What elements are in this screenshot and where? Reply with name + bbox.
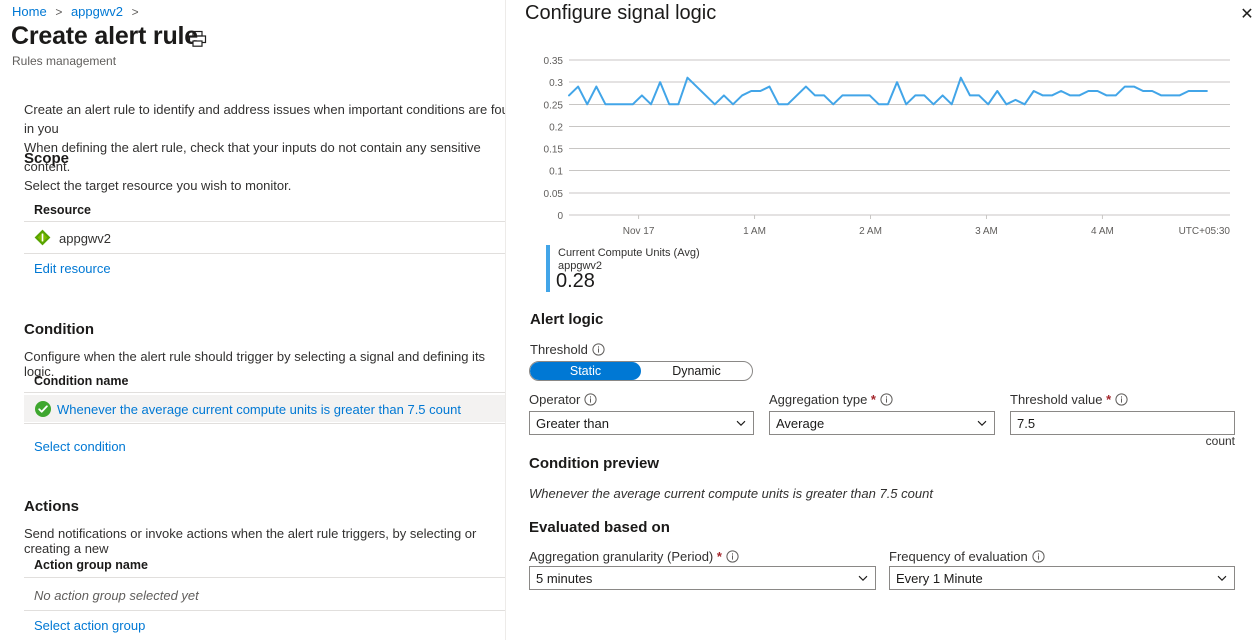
breadcrumb: Home > appgwv2 > (12, 4, 144, 19)
operator-label-text: Operator (529, 392, 581, 407)
create-alert-rule-pane: Home > appgwv2 > Create alert rule Rules… (0, 0, 505, 640)
info-icon-operator[interactable] (584, 393, 597, 406)
select-condition-link[interactable]: Select condition (34, 439, 126, 454)
edit-resource-link[interactable]: Edit resource (34, 261, 111, 276)
breadcrumb-separator-icon: > (55, 5, 63, 19)
intro-line-1: Create an alert rule to identify and add… (24, 102, 505, 136)
condition-preview-heading: Condition preview (529, 455, 660, 472)
threshold-value-label: Threshold value * (1010, 392, 1128, 407)
aggregation-type-select[interactable]: Average (769, 411, 995, 435)
threshold-value-input[interactable]: 7.5 (1010, 411, 1235, 435)
success-check-icon (35, 401, 51, 417)
frequency-label-text: Frequency of evaluation (889, 549, 1028, 564)
frequency-of-evaluation-label: Frequency of evaluation (889, 549, 1045, 564)
legend-metric-name: Current Compute Units (Avg) (558, 247, 700, 259)
intro-text: Create an alert rule to identify and add… (24, 100, 505, 176)
threshold-value-text: 7.5 (1017, 415, 1036, 431)
svg-text:0.2: 0.2 (549, 122, 563, 133)
chevron-down-icon-aggregation (976, 417, 988, 429)
aggregation-granularity-label-text: Aggregation granularity (Period) (529, 549, 714, 564)
svg-text:0.15: 0.15 (544, 145, 564, 156)
chevron-down-icon-operator (735, 417, 747, 429)
threshold-unit-label: count (1205, 434, 1235, 448)
close-icon[interactable]: ✕ (1236, 4, 1255, 26)
threshold-type-toggle[interactable]: Static Dynamic (529, 361, 753, 381)
frequency-of-evaluation-select[interactable]: Every 1 Minute (889, 566, 1235, 590)
breadcrumb-separator-icon-2: > (131, 5, 139, 19)
info-icon-frequency[interactable] (1032, 550, 1045, 563)
threshold-label: Threshold (530, 342, 605, 357)
aggregation-type-value: Average (776, 415, 825, 431)
frequency-value: Every 1 Minute (896, 570, 983, 586)
page-title: Create alert rule (11, 22, 198, 50)
chevron-down-icon-granularity (857, 572, 869, 584)
svg-text:0.3: 0.3 (549, 78, 563, 89)
svg-text:0.1: 0.1 (549, 167, 563, 178)
blade-title: Configure signal logic (525, 2, 717, 24)
condition-divider-top (24, 392, 505, 393)
condition-heading: Condition (24, 321, 94, 338)
condition-column-header: Condition name (34, 374, 129, 388)
aggregation-granularity-value: 5 minutes (536, 570, 593, 586)
metric-chart[interactable]: 0 0.05 0.1 0.15 0.2 0.25 0.3 0.35 Nov 17 1 AM 2 AM… (525, 52, 1240, 242)
operator-select[interactable]: Greater than (529, 411, 754, 435)
svg-text:0.25: 0.25 (544, 100, 564, 111)
actions-description: Send notifications or invoke actions whe… (24, 526, 477, 556)
operator-label: Operator (529, 392, 597, 407)
svg-text:0.35: 0.35 (544, 56, 564, 67)
threshold-value-label-text: Threshold value (1010, 392, 1103, 407)
scope-heading: Scope (24, 150, 70, 167)
metric-chart-svg: 0 0.05 0.1 0.15 0.2 0.25 0.3 0.35 Nov 17 1 AM 2 AM… (544, 56, 1231, 237)
threshold-option-static[interactable]: Static (530, 362, 641, 380)
info-icon-granularity[interactable] (726, 550, 739, 563)
scope-description: Select the target resource you wish to m… (24, 178, 292, 193)
svg-text:UTC+05:30: UTC+05:30 (1179, 226, 1231, 237)
svg-text:4 AM: 4 AM (1091, 226, 1114, 237)
breadcrumb-home[interactable]: Home (12, 4, 47, 19)
threshold-option-dynamic[interactable]: Dynamic (641, 362, 752, 380)
alert-logic-heading: Alert logic (530, 311, 604, 328)
configure-signal-logic-blade: Configure signal logic ✕ 0 0.05 0.1 0.15 0.2… (505, 0, 1255, 640)
aggregation-granularity-select[interactable]: 5 minutes (529, 566, 876, 590)
actions-divider-top (24, 577, 505, 578)
scope-resource-name: appgwv2 (59, 231, 112, 246)
svg-text:2 AM: 2 AM (859, 226, 882, 237)
page-subtitle: Rules management (12, 54, 117, 68)
condition-preview-text: Whenever the average current compute uni… (529, 486, 933, 501)
operator-value: Greater than (536, 415, 609, 431)
legend-current-value: 0.28 (556, 270, 595, 292)
aggregation-type-label: Aggregation type * (769, 392, 893, 407)
svg-text:3 AM: 3 AM (975, 226, 998, 237)
breadcrumb-appgwv2[interactable]: appgwv2 (71, 4, 123, 19)
scope-divider-top (24, 221, 505, 222)
aggregation-granularity-label: Aggregation granularity (Period) * (529, 549, 739, 564)
legend-color-swatch (546, 245, 550, 292)
svg-text:1 AM: 1 AM (743, 226, 766, 237)
condition-divider-bottom (24, 423, 505, 424)
scope-divider-bottom (24, 253, 505, 254)
required-marker-aggregation: * (867, 392, 876, 407)
svg-text:0.05: 0.05 (544, 189, 564, 200)
application-gateway-icon (34, 229, 51, 246)
required-marker-threshold: * (1102, 392, 1112, 407)
svg-text:Nov 17: Nov 17 (623, 226, 655, 237)
info-icon-threshold-value[interactable] (1115, 393, 1128, 406)
threshold-label-text: Threshold (530, 342, 588, 357)
evaluated-based-on-heading: Evaluated based on (529, 519, 670, 536)
scope-column-header: Resource (34, 203, 91, 217)
print-icon[interactable] (188, 30, 207, 48)
aggregation-type-label-text: Aggregation type (769, 392, 868, 407)
condition-name-link[interactable]: Whenever the average current compute uni… (57, 402, 461, 417)
actions-column-header: Action group name (34, 558, 148, 572)
actions-divider-bottom (24, 610, 505, 611)
info-icon-threshold[interactable] (592, 343, 605, 356)
info-icon-aggregation[interactable] (880, 393, 893, 406)
svg-text:0: 0 (557, 211, 563, 222)
actions-heading: Actions (24, 498, 80, 515)
intro-line-2: When defining the alert rule, check that… (24, 140, 481, 174)
chevron-down-icon-frequency (1216, 572, 1228, 584)
required-marker-granularity: * (713, 549, 722, 564)
action-group-empty-text: No action group selected yet (34, 588, 199, 603)
select-action-group-link[interactable]: Select action group (34, 618, 145, 633)
